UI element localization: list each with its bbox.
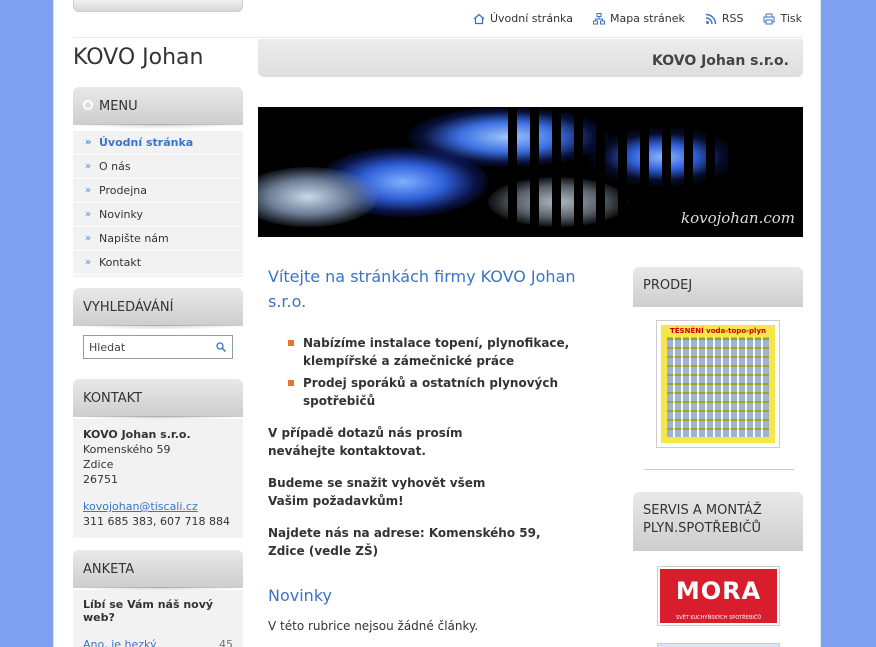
list-item: Nabízíme instalace topení, plynofikace, … [288,334,588,370]
prodej-header: PRODEJ [633,267,803,307]
poll-question: Líbí se Vám náš nový web? [83,598,214,624]
contact-panel: KOVO Johan s.r.o. Komenského 59 Zdice 26… [73,419,243,538]
poll-panel: Líbí se Vám náš nový web? Ano, je hezký … [73,590,243,647]
partner-image[interactable] [657,643,780,647]
header-company: KOVO Johan s.r.o. [651,53,789,69]
rss-icon [705,13,717,24]
address-paragraph: Najdete nás na adrese: Komenského 59, Zd… [268,526,541,558]
menu-title: MENU [99,99,138,114]
banner-watermark: kovojohan.com [681,209,795,227]
menu-item[interactable]: O nás [73,155,243,179]
servis-title: SERVIS A MONTÁŽ PLYN.SPOTŘEBIČŮ [643,503,762,536]
divider [644,469,794,470]
contact-title: KONTAKT [83,391,143,406]
menu-header: MENU [73,87,243,129]
mora-logo-subtext: SVĚT KUCHYŇSKÝCH SPOTŘEBIČŮ [675,615,761,621]
print-link[interactable]: Tisk [763,12,802,25]
site-title[interactable]: KOVO Johan [73,45,203,70]
sitemap-link[interactable]: Mapa stránek [592,12,685,25]
poll-title: ANKETA [83,562,135,577]
search-input[interactable]: Hledat [83,335,233,359]
prodej-title: PRODEJ [643,278,693,293]
contact-header: KONTAKT [73,379,243,421]
search-title: VYHLEDÁVÁNÍ [83,300,174,315]
home-link[interactable]: Úvodní stránka [473,12,573,25]
top-tab [73,0,243,12]
menu-item[interactable]: Prodejna [73,179,243,203]
header-bar: KOVO Johan s.r.o. [258,39,803,77]
contact-email-link[interactable]: kovojohan@tiscali.cz [83,500,198,513]
contact-city: Zdice [83,458,114,471]
search-header: VYHLEDÁVÁNÍ [73,288,243,330]
menu-list: Úvodní stránkaO násProdejnaNovinkyNapišt… [73,131,243,275]
contact-phones: 311 685 383, 607 718 884 [83,515,230,528]
search-icon[interactable] [215,341,227,353]
news-empty-text: V této rubrice nejsou žádné články. [268,619,479,633]
header-banner-image: kovojohan.com [258,107,803,237]
poll-answer-link[interactable]: Ano, je hezký [83,638,157,647]
sitemap-link-label: Mapa stránek [609,12,685,25]
rss-link[interactable]: RSS [705,12,744,25]
mora-logo-text: MORA [675,577,762,605]
contact-company: KOVO Johan s.r.o. [83,428,191,441]
menu-item[interactable]: Napište nám [73,227,243,251]
top-links: Úvodní stránka Mapa stránek RSS Tisk [473,12,802,25]
menu-bullet-icon [83,100,93,110]
mora-logo-image[interactable]: MORA SVĚT KUCHYŇSKÝCH SPOTŘEBIČŮ [657,566,780,626]
main-content: Vítejte na stránkách firmy KOVO Johan s.… [268,264,588,635]
home-link-label: Úvodní stránka [489,12,573,25]
servis-header: SERVIS A MONTÁŽ PLYN.SPOTŘEBIČŮ [633,492,803,551]
sitemap-icon [592,12,605,24]
seals-product-image-title: TĚSNĚNÍ voda-topo-plyn [670,327,766,335]
list-item: Prodej sporáků a ostatních plynových spo… [288,374,588,410]
contact-zip: 26751 [83,473,118,486]
rss-link-label: RSS [721,12,744,25]
promise-paragraph: Budeme se snažit vyhovět všem Vašim poža… [268,476,486,508]
printer-icon [763,13,775,24]
menu-item[interactable]: Kontakt [73,251,243,275]
menu-panel: Úvodní stránkaO násProdejnaNovinkyNapišt… [73,131,243,277]
poll-answer-count: 45 [219,638,233,647]
page: Úvodní stránka Mapa stránek RSS Tisk KOV… [53,0,821,647]
menu-item[interactable]: Novinky [73,203,243,227]
seals-product-image[interactable]: TĚSNĚNÍ voda-topo-plyn [656,320,780,448]
services-list: Nabízíme instalace topení, plynofikace, … [288,334,588,410]
home-icon [473,13,485,24]
news-heading: Novinky [268,586,332,605]
divider [73,37,802,38]
page-title: Vítejte na stránkách firmy KOVO Johan s.… [268,267,576,311]
print-link-label: Tisk [780,12,802,25]
contact-street: Komenského 59 [83,443,171,456]
menu-item[interactable]: Úvodní stránka [73,131,243,155]
contact-paragraph: V případě dotazů nás prosím neváhejte ko… [268,426,463,458]
poll-header: ANKETA [73,550,243,592]
